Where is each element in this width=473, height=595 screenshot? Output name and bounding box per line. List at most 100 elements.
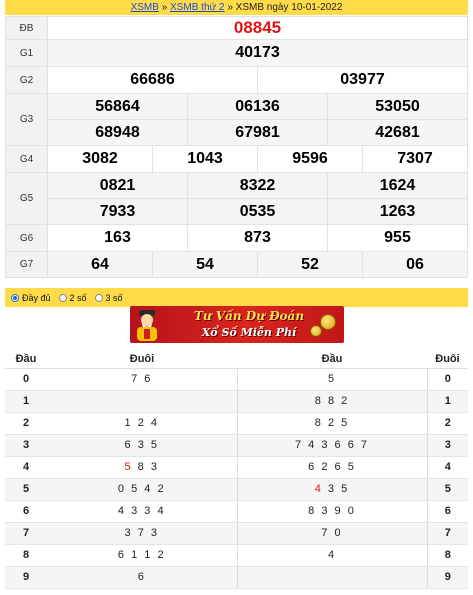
digits-text: 7 6 [131,373,153,385]
banner-title: Tư Vấn Dự Đoán [193,309,305,323]
dau-digits: 7 4 3 6 6 7 [237,434,428,457]
display-options: Đầy đủ 2 số 3 số [5,288,468,307]
radio-unchecked-icon[interactable] [94,293,103,302]
breadcrumb-link-weekday[interactable]: XSMB thứ 2 [170,2,225,13]
column-header-dau: Đầu [5,351,47,369]
digits-text: 7 0 [321,527,343,539]
prize-value: 06 [362,251,468,278]
digits-text: 6 1 1 2 [117,549,166,561]
duoi-digit: 0 [427,368,468,391]
promo-banner[interactable]: Tư Vấn Dự Đoán Xổ Số Miễn Phí [130,306,344,343]
prize-row-g1: G1 40173 [5,39,468,67]
prize-row-g6: G6 163 873 955 [5,224,468,252]
table-row: 45 8 36 2 6 54 [5,456,468,479]
digits-text: 4 [327,549,337,561]
prize-value: 42681 [327,119,468,146]
dau-digit: 4 [5,456,47,479]
prize-value: 3082 [47,145,153,173]
prize-value: 955 [327,224,468,252]
prize-value: 1624 [327,172,468,199]
fortune-god-icon [137,310,157,341]
prize-value: 52 [257,251,363,278]
prize-value: 1043 [152,145,258,173]
dau-digit: 5 [5,478,47,501]
dau-digit: 3 [5,434,47,457]
prize-value: 873 [187,224,328,252]
digits-text: 8 3 [132,461,159,473]
duoi-digit: 6 [427,500,468,523]
dau-digits: 5 [237,368,428,391]
prize-value: 1263 [327,198,468,225]
duoi-digit: 8 [427,544,468,567]
option-2-digits[interactable]: 2 số [58,293,87,303]
duoi-digit: 3 [427,434,468,457]
dau-digits: 6 2 6 5 [237,456,428,479]
prize-value: 68948 [47,119,188,146]
option-3-digits[interactable]: 3 số [94,292,123,303]
table-row: 3 6 3 5 7 4 3 6 6 7 3 [5,434,468,457]
duoi-digits: 1 2 4 [47,412,238,435]
radio-checked-icon[interactable] [11,293,19,302]
digits-text: 6 3 5 [124,439,159,451]
breadcrumb-separator: » [224,2,236,13]
gold-coin-icon [320,314,336,330]
prize-value: 03977 [257,66,468,94]
duoi-digits: 6 [47,566,238,589]
prize-value: 64 [47,251,153,278]
prize-label: G1 [5,39,48,67]
option-full[interactable]: Đầy đủ [11,293,51,303]
breadcrumb-link-xsmb[interactable]: XSMB [131,2,159,13]
prize-row-g7: G7 64 54 52 06 [5,251,468,278]
duoi-digits: 6 1 1 2 [47,544,238,567]
prize-value: 53050 [327,93,468,120]
prize-value: 06136 [187,93,328,120]
dau-digits: 7 0 [237,522,428,545]
dau-digit: 9 [5,566,47,589]
dau-digit: 6 [5,500,47,523]
breadcrumb-current: XSMB ngày 10-01-2022 [235,2,343,13]
prize-label: G2 [5,66,48,94]
dau-digit: 7 [5,522,47,545]
duoi-digits: 0 5 4 2 [47,478,238,501]
prize-row-g4: G4 3082 1043 9596 7307 [5,145,468,173]
prize-value: 7307 [362,145,468,173]
dau-digits: 4 [237,544,428,567]
prize-value: 40173 [47,39,468,67]
dau-digit: 2 [5,412,47,435]
digits-text: 3 5 [322,483,350,495]
duoi-digits: 5 8 3 [47,456,238,479]
prize-value: 8322 [187,172,328,199]
digits-text: 7 4 3 6 6 7 [295,439,369,451]
breadcrumb: XSMB » XSMB thứ 2 » XSMB ngày 10-01-2022 [5,0,468,15]
duoi-digits: 7 6 [47,368,238,391]
highlighted-digit: 5 [124,461,133,473]
loto-body: 07 65018 8 2121 2 48 2 5236 3 57 4 3 6 6… [5,368,468,589]
prize-value: 56864 [47,93,188,120]
table-row: 6 4 3 3 4 8 3 9 0 6 [5,500,468,523]
digits-text: 6 [137,571,146,583]
table-row: 8 6 1 1 2 4 8 [5,544,468,567]
table-row: 1 8 8 2 1 [5,390,468,413]
prize-label: G5 [5,172,48,225]
prize-row-g3b: 68948 67981 42681 [6,119,468,146]
duoi-digit: 9 [427,566,468,589]
breadcrumb-separator: » [158,2,171,13]
duoi-digits: 4 3 3 4 [47,500,238,523]
duoi-digits: 3 7 3 [47,522,238,545]
prize-label: ĐB [5,16,48,40]
prize-label: G6 [5,224,48,252]
duoi-digit: 4 [427,456,468,479]
prize-row-g5: G5 0821 8322 1624 [5,172,468,225]
results-table: ĐB 08845 G1 40173 G2 66686 03977 G3 5686… [5,16,468,278]
digits-text: 8 3 9 0 [308,505,356,517]
prize-value: 0535 [187,198,328,225]
duoi-digits [47,390,238,413]
duoi-digit: 5 [427,478,468,501]
digits-text: 6 2 6 5 [308,461,356,473]
radio-unchecked-icon[interactable] [58,293,67,302]
table-row: 0 7 6 5 0 [5,368,468,391]
prize-value: 67981 [187,119,328,146]
option-label: 3 số [105,292,123,303]
prize-value: 0821 [47,172,188,199]
column-header-dau: Đầu [237,351,427,369]
